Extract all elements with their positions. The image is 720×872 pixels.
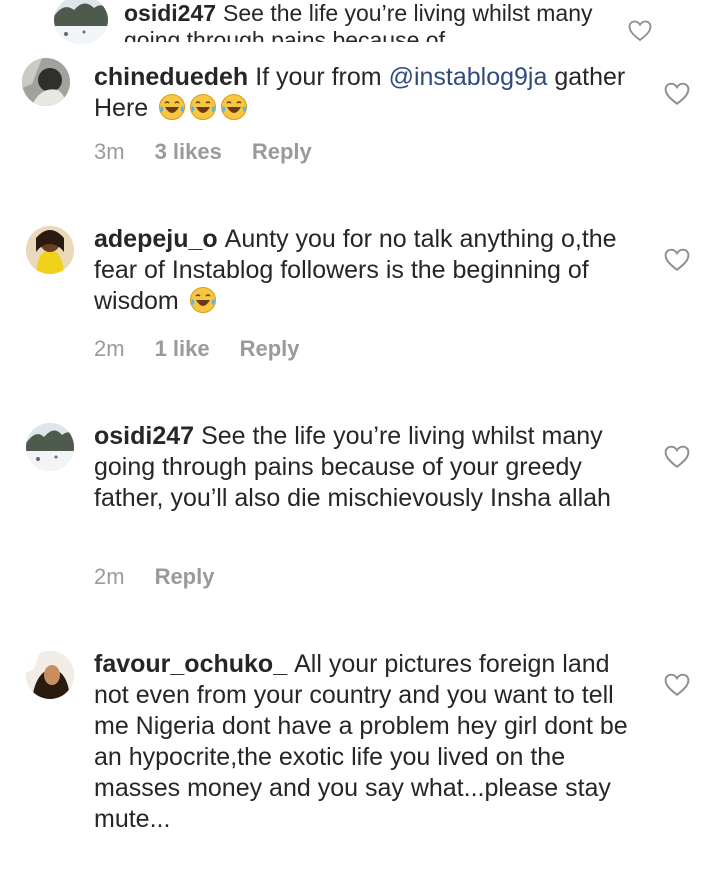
heart-outline-icon[interactable] bbox=[664, 673, 690, 697]
comment-meta: 2m 1 like Reply bbox=[94, 336, 300, 362]
reply-button[interactable]: Reply bbox=[155, 564, 215, 590]
likes-count[interactable]: 3 likes bbox=[155, 139, 222, 165]
comment-text: chineduedeh If your from @instablog9ja ga… bbox=[94, 62, 639, 124]
heart-outline-icon[interactable] bbox=[664, 445, 690, 469]
profile-avatar-icon[interactable] bbox=[22, 58, 70, 106]
comment-time: 2m bbox=[94, 564, 125, 589]
comment-meta: 3m 3 likes Reply bbox=[94, 139, 312, 165]
heart-outline-icon[interactable] bbox=[664, 248, 690, 272]
heart-outline-icon[interactable] bbox=[664, 82, 690, 106]
comment-username[interactable]: osidi247 bbox=[94, 422, 194, 450]
comment-meta: 2m Reply bbox=[94, 564, 214, 590]
comment-username[interactable]: favour_ochuko_ bbox=[94, 650, 287, 678]
bottom-fade bbox=[0, 853, 720, 872]
comment-username[interactable]: adepeju_o bbox=[94, 225, 218, 253]
laughing-tears-emoji-icon bbox=[221, 94, 248, 120]
comment-time: 2m bbox=[94, 336, 125, 361]
snow-landscape-avatar-icon[interactable] bbox=[54, 0, 108, 44]
comment-username[interactable]: chineduedeh bbox=[94, 63, 248, 91]
heart-outline-icon[interactable] bbox=[628, 20, 652, 42]
comment-time: 3m bbox=[94, 139, 125, 164]
reply-button[interactable]: Reply bbox=[240, 336, 300, 362]
comment-text: adepeju_o Aunty you for no talk anything … bbox=[94, 224, 639, 317]
likes-count[interactable]: 1 like bbox=[155, 336, 210, 362]
mention-link[interactable]: @instablog9ja bbox=[389, 63, 548, 91]
comment-text: favour_ochuko_ All your pictures foreign … bbox=[94, 649, 639, 835]
profile-avatar-icon[interactable] bbox=[26, 651, 74, 699]
comment-username[interactable]: osidi247 bbox=[124, 0, 216, 26]
laughing-tears-emoji-icon bbox=[190, 94, 217, 120]
comment-body: If your from bbox=[255, 63, 382, 91]
comment-text: osidi247 See the life you’re living whils… bbox=[94, 421, 639, 514]
snow-landscape-avatar-icon[interactable] bbox=[26, 423, 74, 471]
laughing-tears-emoji-icon bbox=[159, 94, 186, 120]
comment-text: osidi247 See the life you’re living whils… bbox=[124, 0, 594, 42]
reply-button[interactable]: Reply bbox=[252, 139, 312, 165]
laughing-tears-emoji-icon bbox=[189, 287, 216, 313]
profile-avatar-icon[interactable] bbox=[26, 226, 74, 274]
